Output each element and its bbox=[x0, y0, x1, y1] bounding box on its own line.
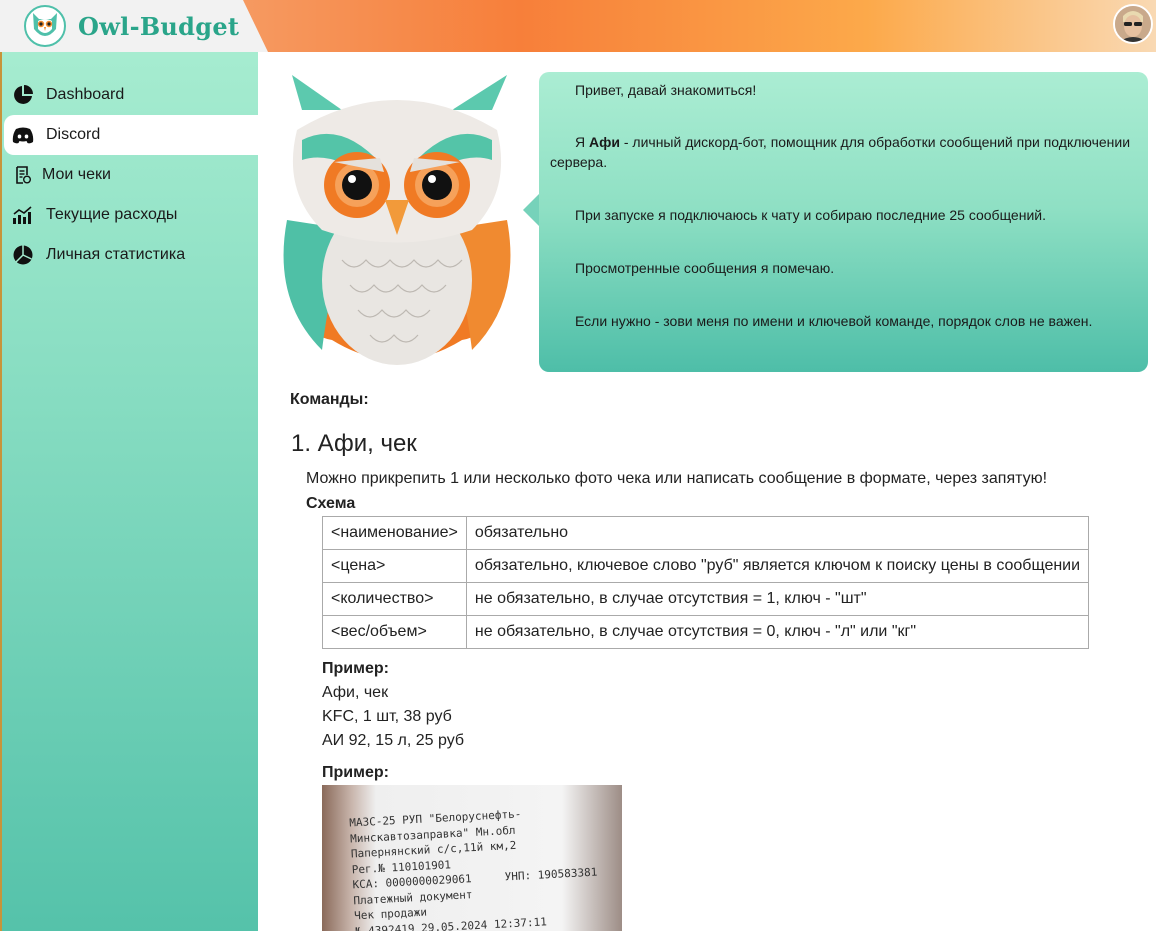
brand[interactable]: Owl-Budget bbox=[0, 0, 268, 52]
intro-paragraph: Просмотренные сообщения я помечаю. bbox=[575, 260, 835, 276]
pie-chart-icon bbox=[12, 244, 34, 266]
example-line: Афи, чек bbox=[322, 684, 389, 701]
bar-chart-icon bbox=[12, 204, 34, 226]
speech-bubble-arrow bbox=[523, 194, 539, 226]
example-line: KFC, 1 шт, 38 руб bbox=[322, 708, 452, 725]
commands-title: Команды: bbox=[290, 391, 369, 408]
pie-chart-icon bbox=[12, 84, 34, 106]
sidebar-item-label: Discord bbox=[46, 126, 101, 143]
schema-value: обязательно, ключевое слово "руб" являет… bbox=[465, 549, 1090, 583]
table-row: <вес/объем> не обязательно, в случае отс… bbox=[322, 615, 1090, 649]
schema-value: обязательно bbox=[465, 516, 1090, 550]
example-line: АИ 92, 15 л, 25 руб bbox=[322, 732, 465, 749]
schema-title: Схема bbox=[306, 495, 356, 512]
sidebar-item-discord[interactable]: Discord bbox=[4, 115, 260, 155]
sidebar: Dashboard Discord Мои чеки Текущие расхо… bbox=[0, 52, 260, 931]
user-avatar[interactable] bbox=[1113, 4, 1153, 44]
schema-key: <цена> bbox=[322, 549, 467, 583]
table-row: <наименование> обязательно bbox=[322, 516, 1090, 550]
sidebar-item-personal-stats[interactable]: Личная статистика bbox=[4, 235, 260, 275]
top-bar: Owl-Budget bbox=[0, 0, 1156, 52]
sidebar-item-current-expenses[interactable]: Текущие расходы bbox=[4, 195, 260, 235]
schema-key: <вес/объем> bbox=[322, 615, 467, 649]
owl-logo-icon bbox=[24, 5, 66, 47]
intro-paragraph: Я Афи - личный дискорд-бот, помощник для… bbox=[550, 134, 1131, 170]
receipt-text: МАЗС-25 РУП "Белоруснефть- Минскавтозапр… bbox=[348, 807, 598, 931]
intro-greeting: Привет, давай знакомиться! bbox=[575, 82, 757, 98]
command-heading: 1. Афи, чек bbox=[291, 430, 417, 457]
intro-speech-bubble: Привет, давай знакомиться! Я Афи - личны… bbox=[539, 72, 1148, 372]
receipt-photo: МАЗС-25 РУП "Белоруснефть- Минскавтозапр… bbox=[322, 785, 622, 931]
schema-table: <наименование> обязательно <цена> обязат… bbox=[322, 516, 1090, 649]
sidebar-item-my-receipts[interactable]: Мои чеки bbox=[4, 155, 260, 195]
command-description: Можно прикрепить 1 или несколько фото че… bbox=[306, 470, 1048, 487]
sidebar-item-label: Мои чеки bbox=[42, 166, 111, 183]
intro-paragraph: Если нужно - зови меня по имени и ключев… bbox=[575, 313, 1093, 329]
owl-mascot-image bbox=[272, 70, 522, 372]
table-row: <цена> обязательно, ключевое слово "руб"… bbox=[322, 549, 1090, 583]
discord-icon bbox=[12, 124, 34, 146]
bot-name: Афи bbox=[589, 134, 620, 150]
example-title: Пример: bbox=[322, 764, 389, 781]
intro-paragraph: При запуске я подключаюсь к чату и собир… bbox=[575, 207, 1046, 223]
schema-key: <наименование> bbox=[322, 516, 467, 550]
table-row: <количество> не обязательно, в случае от… bbox=[322, 582, 1090, 616]
sidebar-item-label: Dashboard bbox=[46, 86, 125, 103]
sidebar-item-label: Текущие расходы bbox=[46, 206, 178, 223]
schema-value: не обязательно, в случае отсутствия = 0,… bbox=[465, 615, 1090, 649]
schema-value: не обязательно, в случае отсутствия = 1,… bbox=[465, 582, 1090, 616]
sidebar-item-dashboard[interactable]: Dashboard bbox=[4, 75, 260, 115]
schema-key: <количество> bbox=[322, 582, 467, 616]
sidebar-item-label: Личная статистика bbox=[46, 246, 186, 263]
receipt-icon bbox=[12, 164, 34, 186]
example-title: Пример: bbox=[322, 660, 389, 677]
brand-title: Owl-Budget bbox=[78, 11, 240, 41]
